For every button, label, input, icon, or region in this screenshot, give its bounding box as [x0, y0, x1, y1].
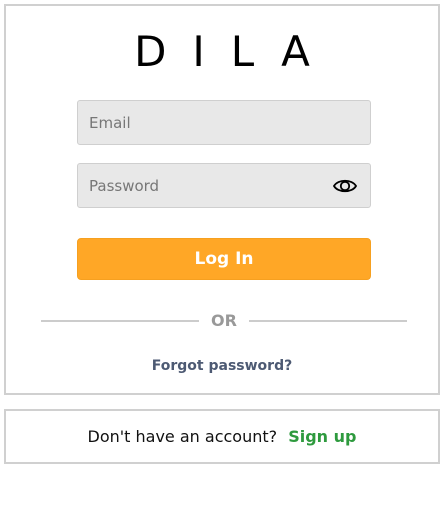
forgot-password-link[interactable]: Forgot password?	[6, 356, 438, 376]
login-card: DILA Log In OR Forgot password?	[4, 4, 440, 395]
email-field[interactable]	[78, 101, 370, 144]
or-divider: OR	[41, 311, 407, 331]
forgot-password-label[interactable]: Forgot password?	[152, 358, 292, 374]
password-field-container	[77, 163, 371, 208]
divider-line-right	[249, 320, 407, 322]
email-field-container	[77, 100, 371, 145]
eye-icon[interactable]	[332, 175, 358, 197]
login-button[interactable]: Log In	[77, 238, 371, 280]
signup-prompt: Don't have an account?	[87, 427, 278, 446]
password-field[interactable]	[78, 164, 370, 207]
signup-link[interactable]: Sign up	[288, 427, 356, 446]
signup-card: Don't have an account? Sign up	[4, 409, 440, 464]
app-logo: DILA	[134, 27, 336, 76]
